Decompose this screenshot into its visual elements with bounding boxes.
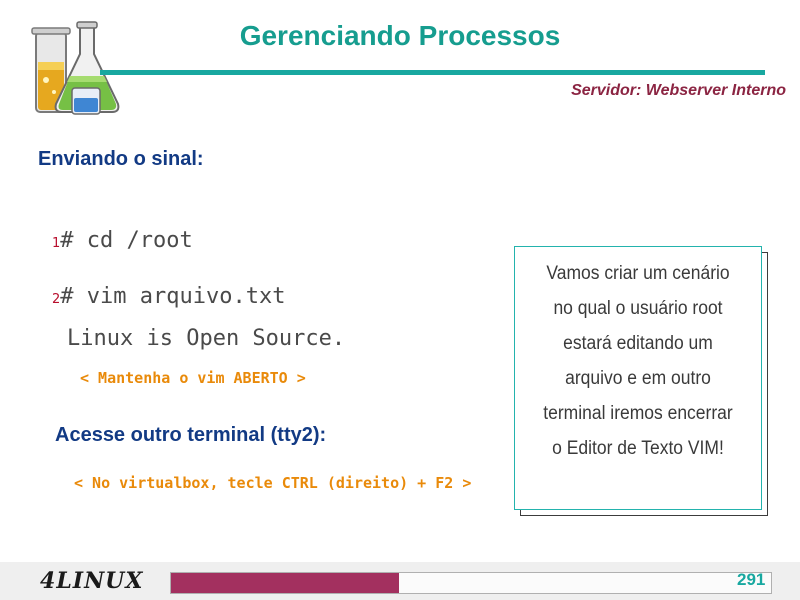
note-text: Vamos criar um cenário no qual o usuário… [529, 256, 746, 466]
note-line: terminal iremos encerrar [543, 403, 733, 424]
progress-fill [171, 573, 399, 593]
access-terminal-heading: Acesse outro terminal (tty2): [55, 424, 327, 446]
page-title: Gerenciando Processos [239, 20, 561, 51]
section-heading: Enviando o sinal: [38, 148, 204, 170]
note-line: arquivo e em outro [565, 368, 711, 389]
command-line-1: 1# cd /root [52, 228, 193, 253]
note-line: Vamos criar um cenário [546, 263, 730, 284]
file-content-line: Linux is Open Source. [67, 326, 346, 351]
keep-vim-open-hint: < Mantenha o vim ABERTO > [80, 369, 306, 387]
server-subtitle: Servidor: Webserver Interno [571, 82, 786, 99]
command-text: # cd /root [60, 228, 193, 253]
lab-flasks-icon [28, 18, 124, 118]
command-line-2: 2# vim arquivo.txt [52, 284, 285, 309]
page-number: 291 [737, 570, 766, 589]
4linux-logo: 4LINUX [40, 568, 143, 594]
note-line: estará editando um [563, 333, 713, 354]
virtualbox-keys-hint: < No virtualbox, tecle CTRL (direito) + … [74, 474, 472, 492]
logo-text: LINUX [56, 568, 144, 594]
note-line: no qual o usuário root [553, 298, 723, 319]
title-divider [100, 70, 765, 75]
logo-number: 4 [40, 568, 57, 594]
command-text: # vim arquivo.txt [60, 284, 286, 309]
note-line: o Editor de Texto VIM! [552, 438, 724, 459]
